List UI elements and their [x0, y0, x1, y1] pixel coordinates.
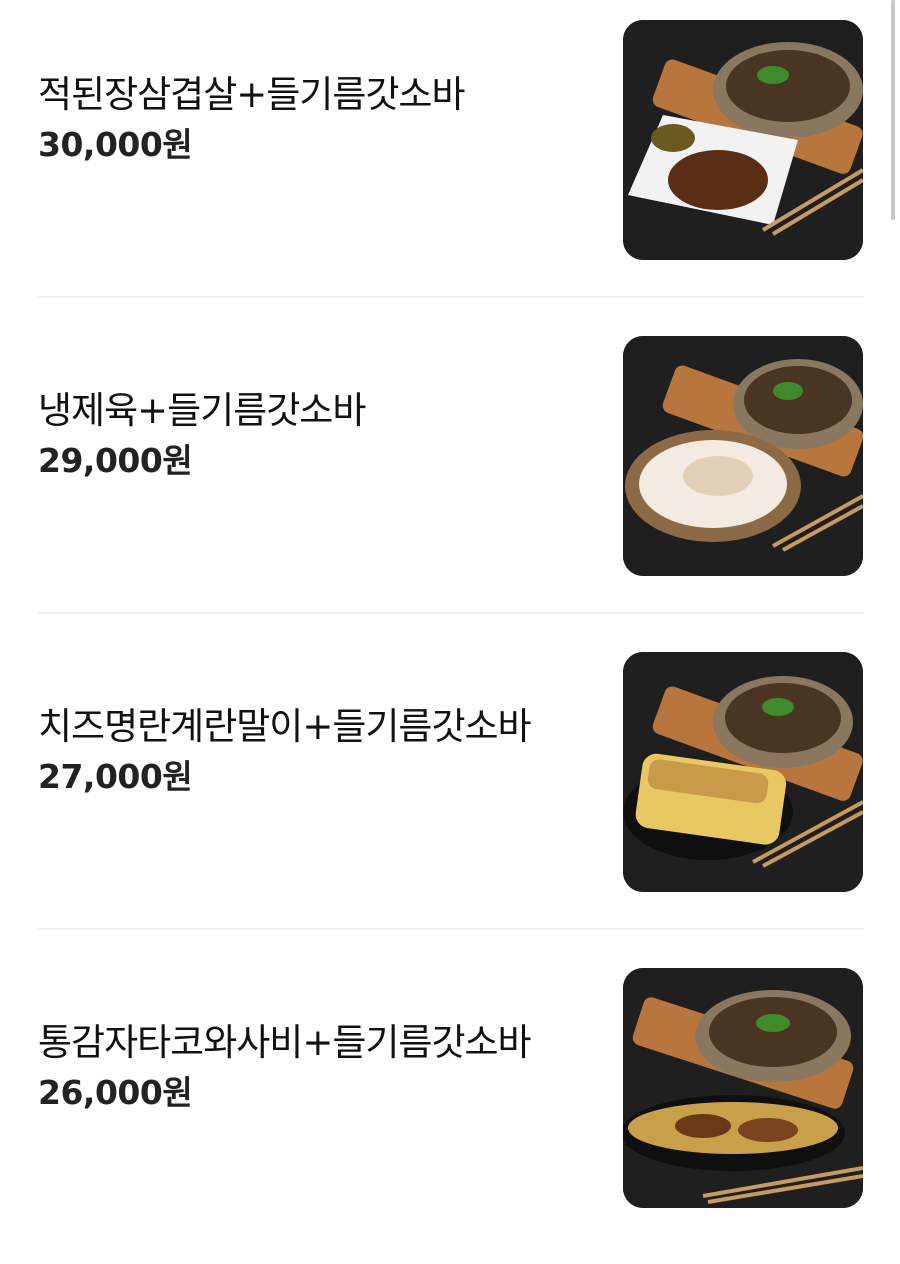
menu-item[interactable]: 냉제육+들기름갓소바 29,000원 [38, 316, 864, 632]
scrollbar[interactable] [891, 0, 895, 220]
menu-list: 적된장삼겹살+들기름갓소바 30,000원 냉제육+들기름갓소바 29,000원 [0, 0, 900, 1237]
menu-item-photo[interactable] [623, 20, 863, 260]
menu-item[interactable]: 치즈명란계란말이+들기름갓소바 27,000원 [38, 632, 864, 948]
menu-item-name: 통감자타코와사비+들기름갓소바 [38, 1021, 532, 1064]
menu-item-photo[interactable] [623, 968, 863, 1208]
menu-item-price: 30,000원 [38, 125, 193, 164]
menu-item-text: 냉제육+들기름갓소바 29,000원 [38, 386, 598, 484]
menu-item-text: 치즈명란계란말이+들기름갓소바 27,000원 [38, 702, 598, 800]
divider [38, 928, 864, 930]
menu-item-name: 적된장삼겹살+들기름갓소바 [38, 73, 465, 116]
menu-item[interactable]: 통감자타코와사비+들기름갓소바 26,000원 [38, 948, 864, 1264]
menu-item[interactable]: 적된장삼겹살+들기름갓소바 30,000원 [38, 0, 864, 316]
menu-item-price: 27,000원 [38, 757, 193, 796]
divider [38, 612, 864, 614]
menu-item-photo[interactable] [623, 336, 863, 576]
menu-item-text: 통감자타코와사비+들기름갓소바 26,000원 [38, 1018, 598, 1116]
menu-item-price: 29,000원 [38, 441, 193, 480]
menu-item-photo[interactable] [623, 652, 863, 892]
menu-item-name: 냉제육+들기름갓소바 [38, 389, 366, 432]
menu-item-price: 26,000원 [38, 1073, 193, 1112]
divider [38, 296, 864, 298]
menu-item-name: 치즈명란계란말이+들기름갓소바 [38, 705, 532, 748]
menu-item-text: 적된장삼겹살+들기름갓소바 30,000원 [38, 70, 598, 168]
